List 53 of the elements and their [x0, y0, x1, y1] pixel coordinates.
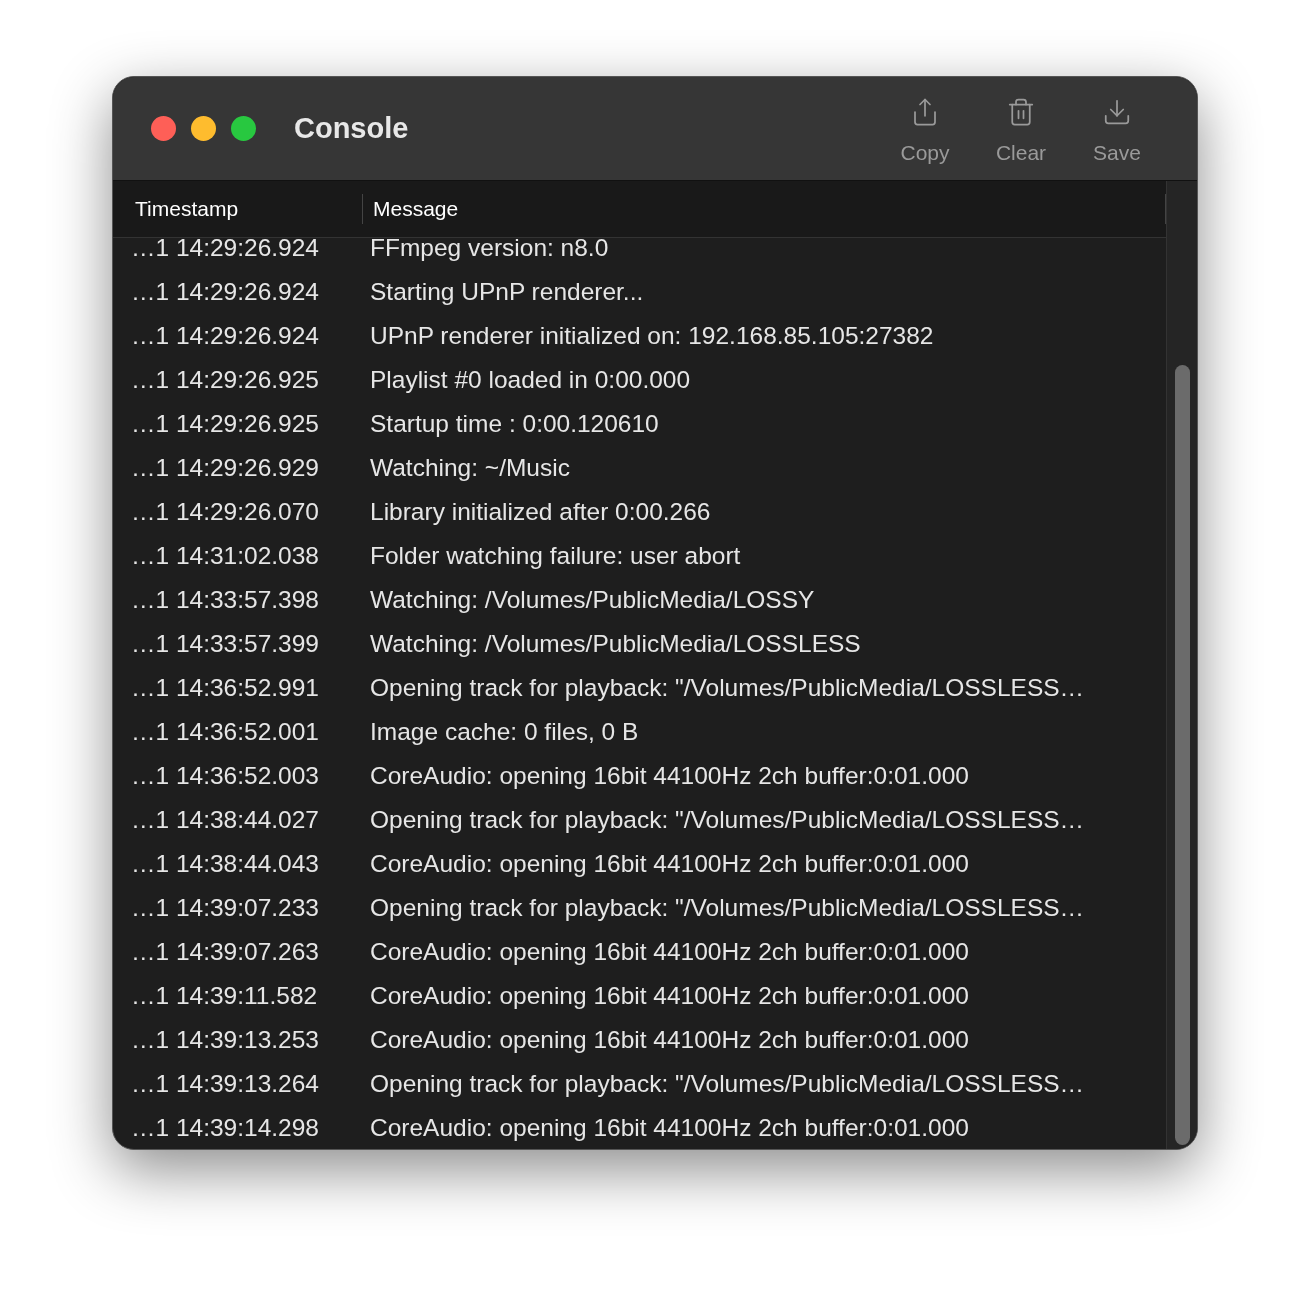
message-cell-text: Library initialized after 0:00.266 — [369, 496, 711, 527]
timestamp-cell-text: …1 14:33:57.399 — [130, 628, 320, 659]
timestamp-cell-text: …1 14:31:02.038 — [130, 540, 320, 571]
message-cell-text: CoreAudio: opening 16bit 44100Hz 2ch buffer:0:01.000 — [369, 1024, 969, 1055]
message-cell-text: Image cache: 0 files, 0 B — [369, 716, 639, 747]
minimize-button[interactable] — [191, 116, 216, 141]
trash-icon — [1006, 96, 1036, 127]
timestamp-cell-text: …1 14:29:26.924 — [130, 320, 320, 351]
timestamp-cell-text: …1 14:39:07.233 — [130, 892, 320, 923]
message-cell-text: Starting UPnP renderer... — [369, 276, 644, 307]
message-cell-text: Startup time : 0:00.120610 — [369, 408, 659, 439]
timestamp-cell-text: …1 14:29:26.070 — [130, 496, 320, 527]
timestamp-cell-text: …1 14:39:14.298 — [130, 1112, 320, 1143]
timestamp-cell-text: …1 14:39:13.264 — [130, 1068, 320, 1099]
message-cell-text: CoreAudio: opening 16bit 44100Hz 2ch buffer:0:01.000 — [369, 980, 969, 1011]
timestamp-cell-text: …1 14:39:13.253 — [130, 1024, 320, 1055]
timestamp-cell-text: …1 14:29:26.924 — [130, 238, 320, 263]
toolbar-button[interactable]: Save — [1071, 88, 1163, 169]
message-cell-text: Watching: /Volumes/PublicMedia/LOSSLESS — [369, 628, 861, 659]
message-cell-text: Watching: /Volumes/PublicMedia/LOSSY — [369, 584, 815, 615]
toolbar-button[interactable]: Copy — [879, 88, 971, 169]
message-cell-text: Opening track for playback: "/Volumes/PublicMedia/LOSSLESS… — [369, 672, 1085, 703]
toolbar-button[interactable]: Clear — [975, 88, 1067, 169]
close-button[interactable] — [151, 116, 176, 141]
timestamp-cell-text: …1 14:39:11.582 — [130, 980, 319, 1011]
timestamp-cell-text: …1 14:39:07.263 — [130, 936, 320, 967]
message-cell-text: CoreAudio: opening 16bit 44100Hz 2ch buffer:0:01.000 — [369, 936, 969, 967]
message-cell-text: FFmpeg version: n8.0 — [369, 238, 609, 263]
message-cell-text: UPnP renderer initialized on: 192.168.85.105:27382 — [369, 320, 934, 351]
message-cell-text: Opening track for playback: "/Volumes/PublicMedia/LOSSLESS… — [369, 804, 1085, 835]
timestamp-cell-text: …1 14:36:52.003 — [130, 760, 320, 791]
column-header[interactable]: Timestamp — [113, 194, 363, 224]
timestamp-cell-text: …1 14:36:52.991 — [130, 672, 320, 703]
timestamp-cell-text: …1 14:29:26.925 — [130, 364, 320, 395]
timestamp-cell-text: …1 14:38:44.027 — [130, 804, 320, 835]
scrollbar[interactable] — [1166, 181, 1197, 1149]
timestamp-cell-text: …1 14:29:26.929 — [130, 452, 320, 483]
message-cell-text: Playlist #0 loaded in 0:00.000 — [369, 364, 691, 395]
message-cell-text: Opening track for playback: "/Volumes/PublicMedia/LOSSLESS… — [369, 892, 1085, 923]
message-cell-text: CoreAudio: opening 16bit 44100Hz 2ch buffer:0:01.000 — [369, 848, 969, 879]
message-cell-text: CoreAudio: opening 16bit 44100Hz 2ch buffer:0:01.000 — [369, 760, 969, 791]
message-cell-text: CoreAudio: opening 16bit 44100Hz 2ch buffer:0:01.000 — [369, 1112, 969, 1143]
scrollbar-thumb[interactable] — [1174, 365, 1190, 1145]
timestamp-cell-text: …1 14:36:52.001 — [130, 716, 320, 747]
zoom-button[interactable] — [231, 116, 256, 141]
message-cell-text: Opening track for playback: "/Volumes/PublicMedia/LOSSLESS… — [369, 1068, 1085, 1099]
timestamp-cell-text: …1 14:33:57.398 — [130, 584, 320, 615]
message-cell-text: Watching: ~/Music — [369, 452, 570, 483]
message-cell-text: Folder watching failure: user abort — [369, 540, 741, 571]
window-title: Console — [294, 110, 409, 146]
timestamp-cell-text: …1 14:38:44.043 — [130, 848, 320, 879]
timestamp-cell-text: …1 14:29:26.925 — [130, 408, 320, 439]
timestamp-cell-text: …1 14:29:26.924 — [130, 276, 320, 307]
